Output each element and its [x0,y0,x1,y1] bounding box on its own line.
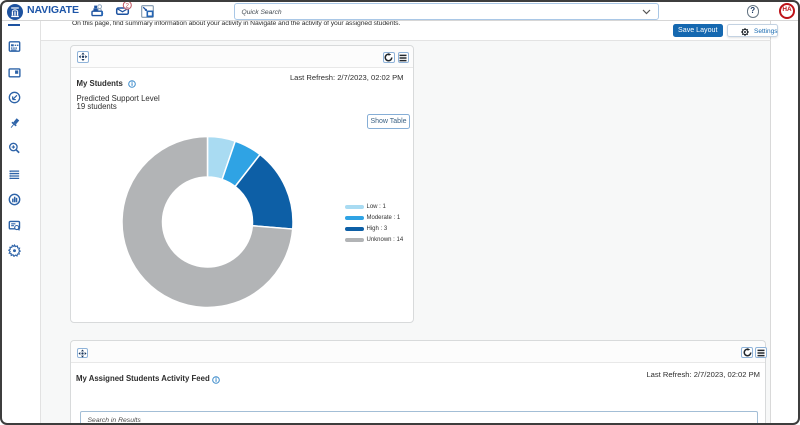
svg-text:2: 2 [125,2,129,9]
